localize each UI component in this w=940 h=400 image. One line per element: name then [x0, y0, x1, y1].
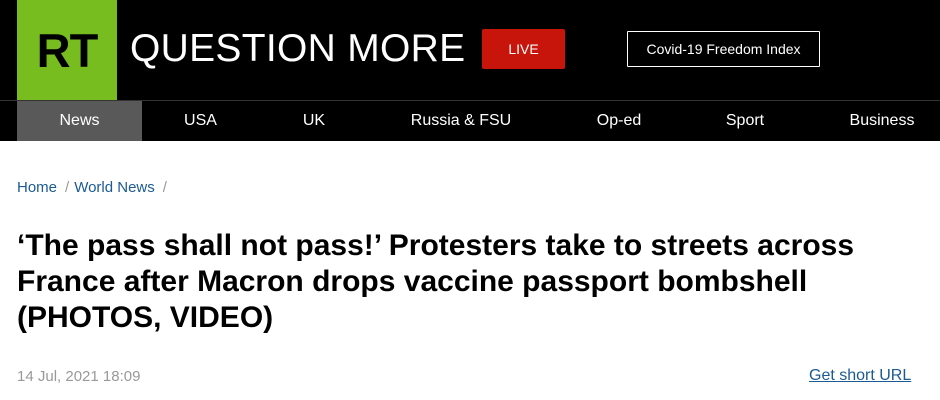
nav-item-business[interactable]: Business [838, 101, 926, 141]
breadcrumb-separator: / [65, 179, 70, 196]
breadcrumb-separator: / [162, 179, 167, 196]
site-tagline: QUESTION MORE [130, 27, 466, 70]
nav-item-russia-fsu[interactable]: Russia & FSU [385, 101, 537, 141]
freedom-index-button[interactable]: Covid-19 Freedom Index [627, 31, 820, 67]
live-button[interactable]: LIVE [482, 29, 565, 69]
nav-item-uk[interactable]: UK [259, 101, 369, 141]
breadcrumb-home-link[interactable]: Home [17, 179, 57, 196]
article-date: 14 Jul, 2021 18:09 [17, 368, 141, 385]
nav-item-op-ed[interactable]: Op-ed [568, 101, 670, 141]
logo-text: RT [36, 23, 99, 77]
rt-logo[interactable]: RT [17, 0, 117, 100]
breadcrumb: Home / World News / [17, 178, 172, 198]
nav-item-usa[interactable]: USA [142, 101, 259, 141]
article-title: ‘The pass shall not pass!’ Protesters ta… [17, 229, 855, 334]
nav-item-news[interactable]: News [17, 101, 142, 141]
breadcrumb-world-news-link[interactable]: World News [74, 179, 155, 196]
get-short-url-link[interactable]: Get short URL [809, 367, 911, 385]
nav-item-sport[interactable]: Sport [699, 101, 791, 141]
main-nav: News USA UK Russia & FSU Op-ed Sport Bus… [0, 100, 940, 141]
site-header: RT QUESTION MORE LIVE Covid-19 Freedom I… [0, 0, 940, 100]
